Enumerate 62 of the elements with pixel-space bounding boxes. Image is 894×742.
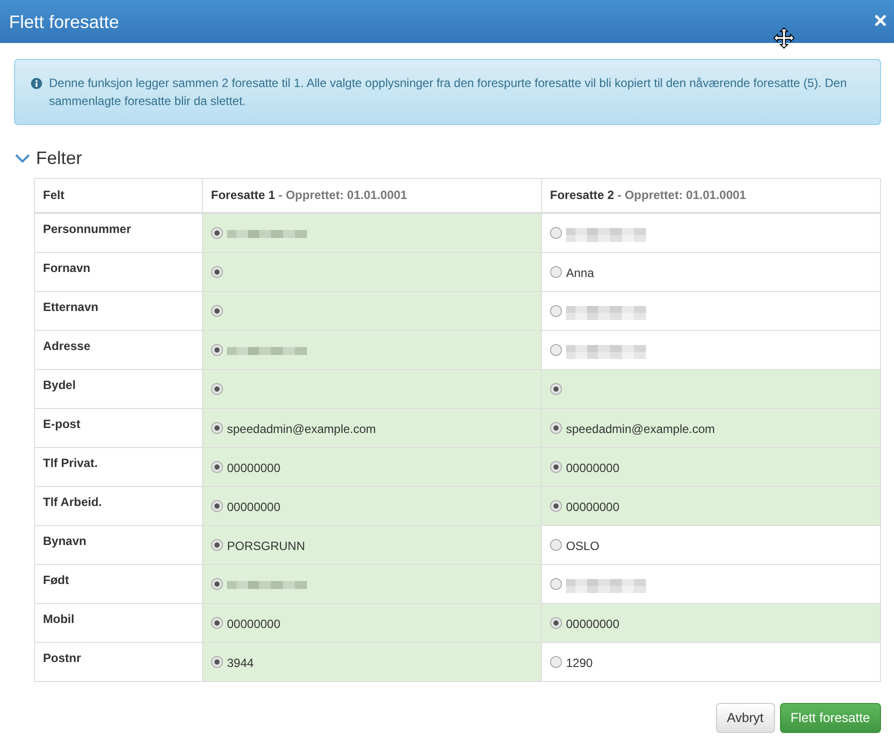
close-icon[interactable] [875,15,886,26]
section-title[interactable]: Felter [36,146,82,170]
radio-button[interactable] [211,226,223,238]
radio-button[interactable] [550,616,562,628]
field-label: Bydel [34,370,202,408]
cell-value: Anna [566,265,594,282]
radio-button[interactable] [211,422,223,434]
move-cursor-icon [773,27,795,49]
field-label: Født [34,564,202,604]
field-label: Bynavn [34,526,202,564]
cell-value: 00000000 [566,616,620,633]
chevron-icon[interactable] [15,154,30,162]
field-label: Postnr [34,642,202,682]
radio-button[interactable] [550,266,562,278]
column-title: Foresatte 2 [550,188,614,202]
radio-button[interactable] [550,500,562,512]
radio-button[interactable] [211,304,223,316]
radio-button[interactable] [211,500,223,512]
field-label: Personnummer [34,213,202,252]
field-label: Tlf Arbeid. [34,486,202,526]
radio-button[interactable] [550,538,562,550]
radio-button[interactable] [550,460,562,472]
radio-button[interactable] [211,656,223,668]
alert-text: Denne funksjon legger sammen 2 foresatte til 1. Alle valgte opplysninger fra den forespurte foresatte vil bli kopiert til den nåværende foresatte (5). Den sammenlagte foresatte blir da slettet. [49,75,848,110]
cell-value: 00000000 [566,460,620,477]
radio-button[interactable] [550,304,562,316]
radio-button[interactable] [550,422,562,434]
cancel-button[interactable]: Avbryt [716,703,775,733]
radio-button[interactable] [550,578,562,590]
info-icon [31,78,42,89]
radio-button[interactable] [550,344,562,356]
field-label: Etternavn [34,292,202,330]
cell-value: speedadmin@example.com [566,421,715,438]
cell-value: 00000000 [227,616,280,633]
cell-value: 00000000 [566,499,620,516]
radio-button[interactable] [211,578,223,590]
column-subtitle: - Opprettet: 01.01.0001 [278,188,408,202]
field-label: Adresse [34,330,202,370]
column-subtitle: - Opprettet: 01.01.0001 [617,188,746,202]
cell-value: OSLO [566,538,600,555]
field-label: E-post [34,408,202,448]
radio-button[interactable] [550,226,562,238]
radio-button[interactable] [550,656,562,668]
cell-value: speedadmin@example.com [227,421,376,438]
radio-button[interactable] [211,538,223,550]
dialog-title: Flett foresatte [9,10,120,32]
column-title: Foresatte 1 [211,188,276,202]
radio-button[interactable] [211,616,223,628]
cell-value: 3944 [227,655,254,672]
radio-button[interactable] [211,266,223,278]
field-label: Tlf Privat. [34,448,202,486]
cell-value: PORSGRUNN [227,538,306,555]
radio-button[interactable] [211,460,223,472]
field-label: Fornavn [34,252,202,292]
cell-value: 1290 [566,655,593,672]
column-title: Felt [43,188,64,202]
radio-button[interactable] [211,344,223,356]
cell-value: 00000000 [227,499,280,516]
cell-value: 00000000 [227,460,280,477]
radio-button[interactable] [550,382,562,394]
radio-button[interactable] [211,382,223,394]
field-label: Mobil [34,604,202,642]
